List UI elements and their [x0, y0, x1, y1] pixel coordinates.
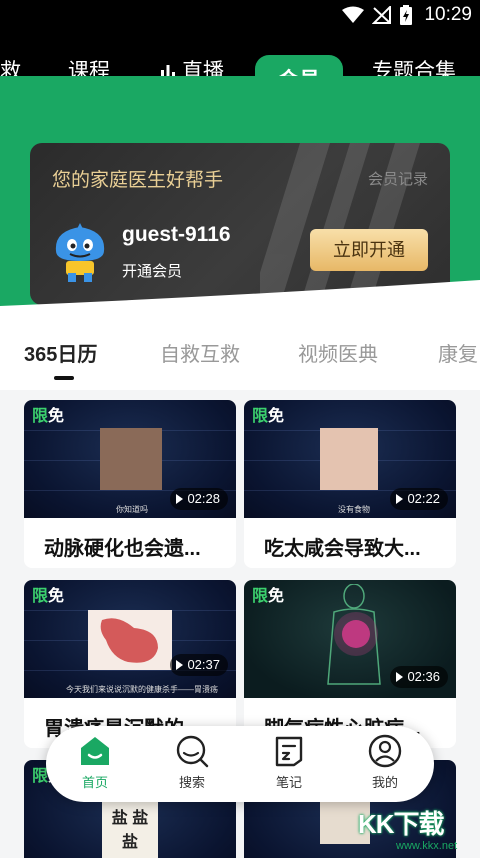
play-icon	[396, 671, 404, 682]
status-time: 10:29	[424, 4, 472, 25]
note-icon	[275, 736, 303, 767]
content-tab-bar: 365日历 自救互救 视频医典 康复	[0, 310, 480, 390]
stomach-image	[88, 610, 172, 670]
thumbnail-image	[320, 428, 378, 490]
tab-video-encyclopedia[interactable]: 视频医典	[298, 338, 378, 367]
thumbnail-caption: 没有食物	[338, 505, 370, 514]
search-icon	[176, 735, 209, 768]
video-thumbnail: 限免 02:36	[244, 580, 456, 698]
thumbnail-caption: 盐 盐盐	[111, 810, 149, 851]
nav-search[interactable]: 搜索	[157, 734, 227, 791]
nav-notes-label: 笔记	[275, 775, 302, 790]
card-title: 您的家庭医生好帮手	[52, 170, 224, 191]
watermark-text: KK下载	[358, 809, 445, 839]
body-image	[327, 584, 381, 685]
tab-365-calendar[interactable]: 365日历	[24, 338, 97, 367]
active-tab-indicator	[54, 376, 74, 380]
video-thumbnail: 今天我们来说说沉默的健康杀手——胃溃疡 限免 02:37	[24, 580, 236, 698]
video-title: 吃太咸会导致大...	[264, 538, 421, 560]
wifi-icon	[342, 6, 365, 23]
thumbnail-image	[100, 428, 162, 490]
watermark: KK下载 www.kkx.net	[358, 804, 476, 854]
open-membership-button[interactable]: 立即开通	[310, 229, 428, 271]
nav-home[interactable]: 首页	[60, 734, 130, 791]
video-duration: 02:36	[390, 666, 448, 688]
bottom-nav: 首页 搜索 笔记 我的	[46, 726, 434, 802]
video-card[interactable]: 你知道吗 限免 02:28 动脉硬化也会遗...	[24, 400, 236, 568]
tab-rehab[interactable]: 康复	[438, 338, 478, 367]
play-icon	[176, 493, 184, 504]
watermark-url: www.kkx.net	[396, 840, 458, 852]
nav-search-label: 搜索	[178, 775, 205, 790]
thumbnail-caption: 你知道吗	[116, 505, 148, 514]
profile-icon	[368, 734, 402, 768]
nav-profile[interactable]: 我的	[350, 734, 420, 791]
nav-notes[interactable]: 笔记	[254, 734, 324, 791]
video-card[interactable]: 限免 02:36 脚气病性心脏病...	[244, 580, 456, 748]
home-icon	[81, 737, 109, 765]
video-thumbnail: 没有食物 限免 02:22	[244, 400, 456, 518]
free-badge: 限免	[32, 408, 65, 425]
video-card[interactable]: 今天我们来说说沉默的健康杀手——胃溃疡 限免 02:37 胃溃疡是沉默的...	[24, 580, 236, 748]
battery-charging-icon	[400, 5, 413, 25]
video-duration: 02:22	[390, 488, 448, 510]
thumbnail-caption: 今天我们来说说沉默的健康杀手——胃溃疡	[66, 685, 218, 694]
video-title: 动脉硬化也会遗...	[44, 538, 201, 560]
video-thumbnail: 你知道吗 限免 02:28	[24, 400, 236, 518]
nav-profile-label: 我的	[371, 775, 398, 790]
member-record-link[interactable]: 会员记录	[368, 168, 428, 189]
play-icon	[396, 493, 404, 504]
free-badge: 限免	[252, 588, 285, 605]
avatar	[55, 223, 105, 282]
video-card[interactable]: 没有食物 限免 02:22 吃太咸会导致大...	[244, 400, 456, 568]
nav-home-label: 首页	[81, 775, 108, 790]
username: guest-9116	[122, 223, 231, 246]
status-bar: 10:29	[0, 0, 480, 30]
free-badge: 限免	[252, 408, 285, 425]
play-icon	[176, 659, 184, 670]
membership-status: 开通会员	[122, 263, 183, 280]
video-duration: 02:28	[170, 488, 228, 510]
free-badge: 限免	[32, 588, 65, 605]
video-duration: 02:37	[170, 654, 228, 676]
tab-self-rescue[interactable]: 自救互救	[160, 338, 240, 367]
no-signal-icon	[372, 6, 392, 24]
